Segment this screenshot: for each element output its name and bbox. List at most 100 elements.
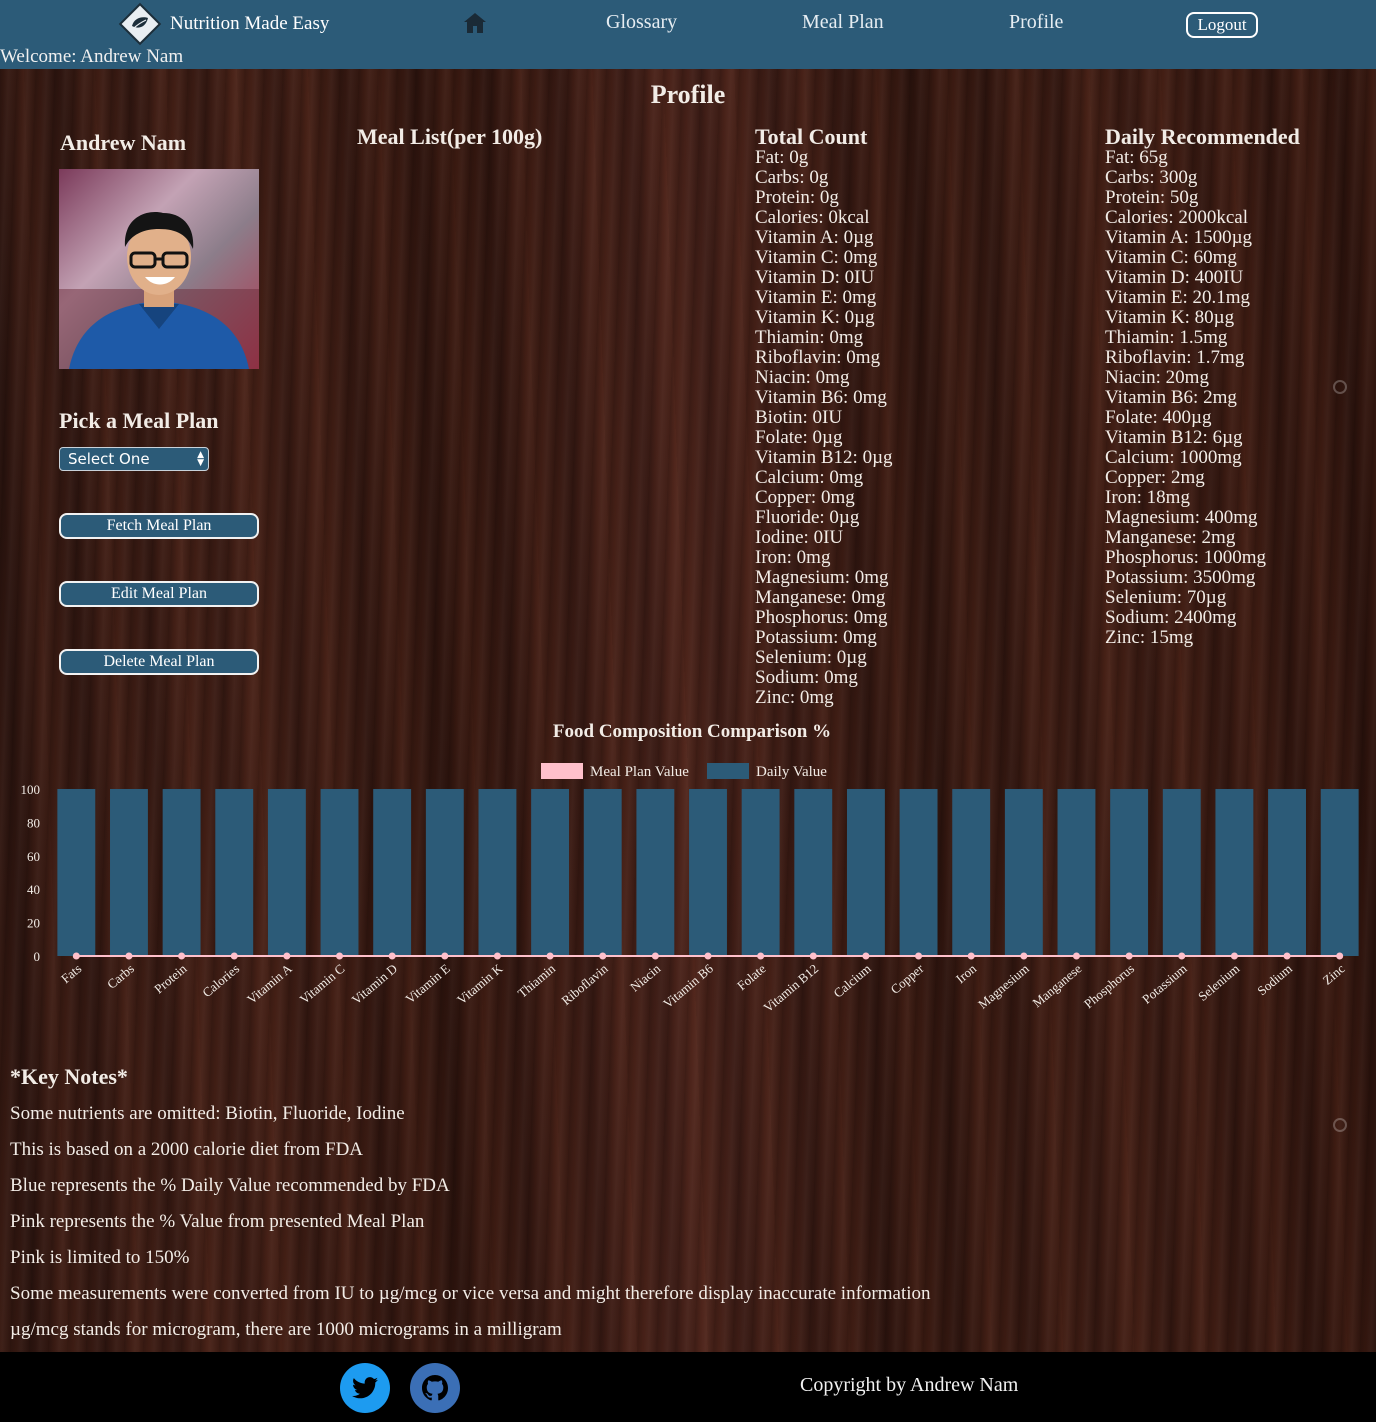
- daily-value-bar[interactable]: [531, 789, 570, 956]
- x-tick-label: Calcium: [830, 961, 873, 1001]
- x-tick-label: Vitamin E: [402, 961, 452, 1007]
- fetch-meal-plan-button[interactable]: Fetch Meal Plan: [59, 513, 259, 539]
- meal-plan-point[interactable]: [125, 952, 133, 960]
- legend-swatch[interactable]: [707, 763, 749, 779]
- meal-plan-point[interactable]: [388, 952, 396, 960]
- daily-value-bar[interactable]: [846, 789, 885, 956]
- meal-plan-point[interactable]: [493, 952, 501, 960]
- meal-plan-point[interactable]: [230, 952, 238, 960]
- meal-list-heading: Meal List(per 100g): [357, 124, 543, 149]
- twitter-link[interactable]: [340, 1363, 390, 1413]
- daily-value-bar[interactable]: [636, 789, 675, 956]
- daily-value-bar[interactable]: [1268, 789, 1306, 956]
- total-count-item: Iodine: 0IU: [755, 527, 844, 548]
- home-icon[interactable]: [462, 10, 488, 36]
- daily-value-bar[interactable]: [110, 789, 148, 956]
- daily-value-bar[interactable]: [320, 789, 359, 956]
- daily-value-bar[interactable]: [162, 789, 201, 956]
- meal-plan-point[interactable]: [546, 952, 554, 960]
- meal-plan-point[interactable]: [757, 952, 765, 960]
- daily-recommended-item: Vitamin K: 80µg: [1105, 307, 1235, 328]
- nav-link-glossary[interactable]: Glossary: [606, 11, 677, 34]
- delete-meal-plan-button[interactable]: Delete Meal Plan: [59, 649, 259, 675]
- meal-plan-point[interactable]: [441, 952, 449, 960]
- x-tick-label: Riboflavin: [558, 960, 611, 1008]
- key-notes-heading: *Key Notes*: [10, 1064, 128, 1089]
- daily-value-bar[interactable]: [215, 789, 254, 956]
- total-count-list: Fat: 0g Carbs: 0g Protein: 0g Calories: 0kc…: [755, 148, 893, 708]
- daily-recommended-item: Thiamin: 1.5mg: [1105, 327, 1228, 348]
- meal-plan-point[interactable]: [1178, 952, 1186, 960]
- daily-recommended-item: Selenium: 70µg: [1105, 587, 1227, 608]
- total-count-item: Vitamin C: 0mg: [755, 247, 878, 268]
- daily-value-bar[interactable]: [741, 789, 780, 956]
- nav-link-meal-plan[interactable]: Meal Plan: [802, 11, 884, 34]
- github-link[interactable]: [410, 1363, 460, 1413]
- daily-value-bar[interactable]: [1320, 789, 1359, 956]
- chart-x-axis: Fats Carbs Protein Calories Vitamin A Vitamin…: [58, 960, 1348, 1015]
- food-composition-chart: Food Composition Comparison % Meal Plan …: [0, 712, 1376, 1052]
- meal-plan-point[interactable]: [1020, 952, 1028, 960]
- x-tick-label: Thiamin: [515, 960, 559, 1000]
- meal-plan-point[interactable]: [967, 952, 975, 960]
- daily-value-bar[interactable]: [1057, 789, 1096, 956]
- github-icon: [422, 1375, 448, 1401]
- daily-value-bar[interactable]: [952, 789, 991, 956]
- leaf-logo-icon: [118, 2, 162, 46]
- meal-plan-point[interactable]: [862, 952, 870, 960]
- daily-value-bar[interactable]: [1004, 789, 1043, 956]
- nav-link-profile[interactable]: Profile: [1009, 11, 1063, 34]
- meal-plan-point[interactable]: [336, 952, 344, 960]
- y-tick-label: 40: [27, 882, 40, 897]
- meal-plan-point[interactable]: [178, 952, 186, 960]
- meal-plan-select-value: Select One: [68, 450, 150, 468]
- meal-plan-point[interactable]: [915, 952, 923, 960]
- daily-value-bar[interactable]: [1215, 789, 1254, 956]
- meal-plan-select[interactable]: Select One ▲ ▼: [59, 447, 209, 471]
- page-title: Profile: [650, 80, 726, 109]
- meal-plan-point[interactable]: [1072, 952, 1080, 960]
- daily-value-bar[interactable]: [57, 789, 96, 956]
- legend-swatch[interactable]: [541, 763, 583, 779]
- daily-value-bar[interactable]: [583, 789, 622, 956]
- daily-value-bar[interactable]: [689, 789, 727, 956]
- meal-plan-point[interactable]: [283, 952, 291, 960]
- total-count-item: Potassium: 0mg: [755, 627, 877, 648]
- total-count-item: Phosphorus: 0mg: [755, 607, 888, 628]
- total-count-item: Sodium: 0mg: [755, 667, 858, 688]
- daily-recommended-item: Potassium: 3500mg: [1105, 567, 1256, 588]
- meal-plan-point[interactable]: [1125, 952, 1133, 960]
- meal-plan-point[interactable]: [809, 952, 817, 960]
- x-tick-label: Selenium: [1195, 961, 1242, 1004]
- meal-plan-point[interactable]: [599, 952, 607, 960]
- x-tick-label: Fats: [58, 961, 84, 986]
- daily-value-bar[interactable]: [425, 789, 464, 956]
- total-count-item: Zinc: 0mg: [755, 687, 834, 708]
- daily-recommended-item: Calories: 2000kcal: [1105, 207, 1248, 228]
- daily-value-bar[interactable]: [899, 789, 938, 956]
- key-note-item: Pink represents the % Value from present…: [10, 1211, 425, 1232]
- daily-value-bar[interactable]: [1162, 789, 1201, 956]
- meal-plan-point[interactable]: [1336, 952, 1344, 960]
- y-tick-label: 100: [21, 782, 41, 797]
- brand-link[interactable]: Nutrition Made Easy: [118, 2, 329, 46]
- total-count-item: Copper: 0mg: [755, 487, 855, 508]
- total-count-item: Iron: 0mg: [755, 547, 831, 568]
- daily-value-bar[interactable]: [794, 789, 833, 956]
- edit-meal-plan-button[interactable]: Edit Meal Plan: [59, 581, 259, 607]
- daily-value-bar[interactable]: [1110, 789, 1149, 956]
- daily-recommended-item: Protein: 50g: [1105, 187, 1199, 208]
- daily-value-bar[interactable]: [478, 789, 517, 956]
- daily-value-bar[interactable]: [267, 789, 306, 956]
- meal-plan-point[interactable]: [651, 952, 659, 960]
- total-count-item: Vitamin B12: 0µg: [755, 447, 893, 468]
- total-count-item: Calcium: 0mg: [755, 467, 864, 488]
- total-count-item: Biotin: 0IU: [755, 407, 843, 428]
- logout-button[interactable]: Logout: [1186, 12, 1258, 38]
- meal-plan-point[interactable]: [704, 952, 712, 960]
- daily-recommended-item: Vitamin B6: 2mg: [1105, 387, 1237, 408]
- daily-value-bar[interactable]: [373, 789, 412, 956]
- meal-plan-point[interactable]: [1230, 952, 1238, 960]
- meal-plan-point[interactable]: [1283, 952, 1291, 960]
- meal-plan-point[interactable]: [72, 952, 80, 960]
